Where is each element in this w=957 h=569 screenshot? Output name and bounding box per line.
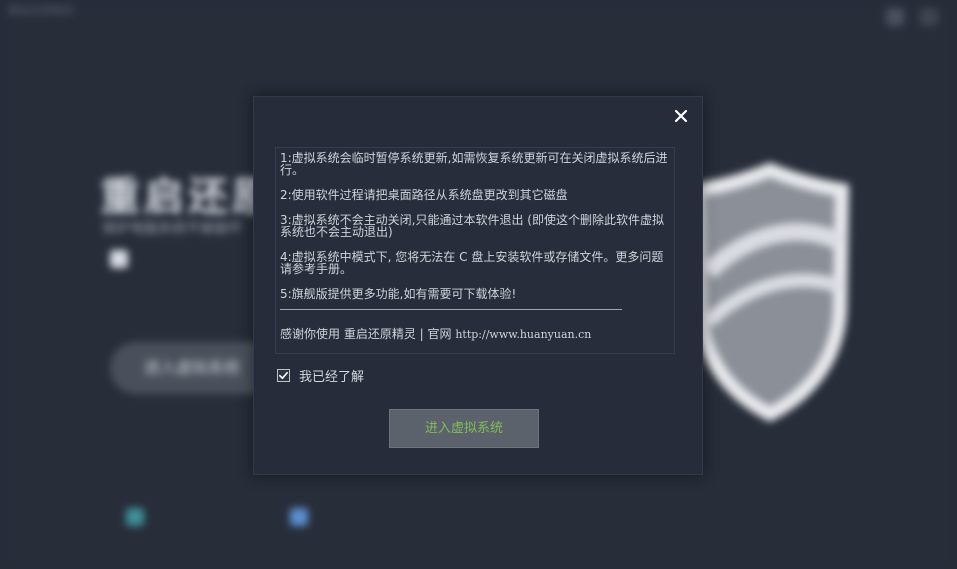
- chevron-down-icon: [920, 8, 938, 26]
- website-link[interactable]: http://www.huanyuan.cn: [455, 328, 591, 341]
- document-icon: [290, 508, 308, 526]
- background-link-2: [290, 508, 316, 526]
- agree-row[interactable]: 我已经了解: [277, 366, 364, 385]
- settings-icon: [886, 8, 904, 26]
- close-icon: [674, 109, 688, 123]
- background-option: [110, 250, 138, 268]
- notice-dialog: 1:虚拟系统会临时暂停系统更新,如需恢复系统更新可在关闭虚拟系统后进行。 2:使…: [253, 96, 703, 475]
- notice-item-5: 5:旗舰版提供更多功能,如有需要可下载体验!: [280, 287, 517, 301]
- notice-text-box: 1:虚拟系统会临时暂停系统更新,如需恢复系统更新可在关闭虚拟系统后进行。 2:使…: [275, 147, 675, 354]
- agree-checkbox[interactable]: [277, 368, 290, 382]
- agree-label[interactable]: 我已经了解: [299, 366, 364, 385]
- enter-virtual-system-button[interactable]: 进入虚拟系统: [389, 409, 539, 448]
- background-link-1: [126, 508, 152, 526]
- notice-item-2: 2:使用软件过程请把桌面路径从系统盘更改到其它磁盘: [280, 188, 568, 202]
- divider: [280, 309, 622, 310]
- notice-item-3: 3:虚拟系统不会主动关闭,只能通过本软件退出 (即使这个删除此软件虚拟系统也不会…: [280, 213, 664, 239]
- checkbox-icon: [110, 250, 128, 268]
- background-title: 重启还原: [100, 174, 276, 220]
- background-subtitle: 保护电脑系统不被破坏: [102, 221, 242, 237]
- title-bar: 重启还原精灵: [0, 0, 957, 36]
- monitor-icon: [126, 508, 144, 526]
- notice-item-1: 1:虚拟系统会临时暂停系统更新,如需恢复系统更新可在关闭虚拟系统后进行。: [280, 151, 668, 177]
- checkmark-icon: [279, 371, 288, 379]
- shield-icon: [690, 162, 850, 422]
- thanks-text: 感谢你使用 重启还原精灵 | 官网: [280, 327, 452, 341]
- app-name: 重启还原精灵: [8, 4, 74, 17]
- notice-item-4: 4:虚拟系统中模式下, 您将无法在 C 盘上安装软件或存储文件。更多问题请参考手…: [280, 250, 664, 276]
- close-button[interactable]: [672, 107, 690, 125]
- thanks-line: 感谢你使用 重启还原精灵 | 官网 http://www.huanyuan.cn: [280, 325, 670, 342]
